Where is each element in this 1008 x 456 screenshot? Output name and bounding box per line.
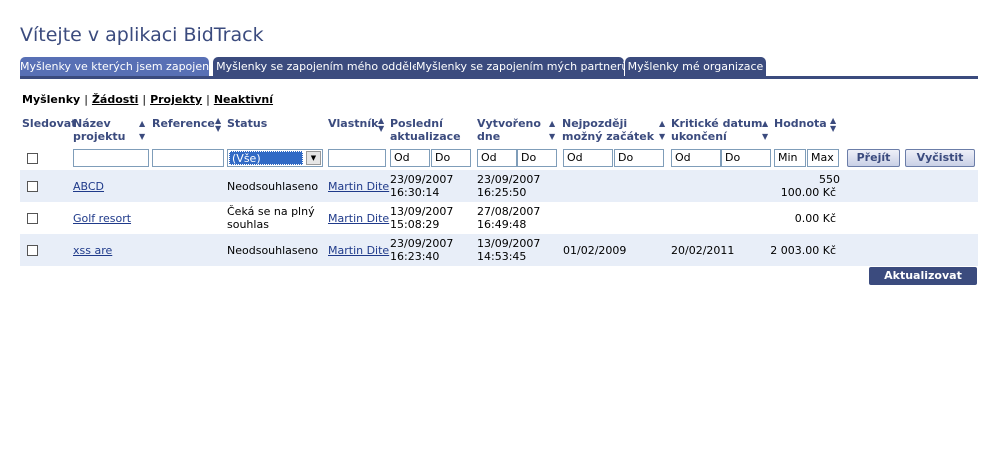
project-name-link[interactable]: xss are (73, 244, 112, 257)
select-all-checkbox[interactable] (27, 153, 38, 164)
header-hodnota[interactable]: Hodnota (774, 117, 827, 130)
row-status: Čeká se na plný (227, 205, 315, 218)
header-vytvoreno-line1: Vytvořeno (477, 117, 541, 130)
row-updated-date: 23/09/2007 (390, 237, 454, 250)
row-value: 0.00 Kč (794, 212, 836, 225)
row-critical-end: 20/02/2011 (671, 244, 735, 257)
header-nazev-line2: projektu (73, 130, 126, 143)
subnav-link-projects[interactable]: Projekty (150, 93, 202, 106)
row-updated-date: 23/09/2007 (390, 173, 454, 186)
row-updated-time: 16:23:40 (390, 250, 440, 263)
row-status: Neodsouhlaseno (227, 244, 319, 257)
tab-underline (20, 76, 978, 79)
row-latest-start: 01/02/2009 (563, 244, 627, 257)
row-created-date: 23/09/2007 (477, 173, 541, 186)
filter-start-to[interactable]: Do (614, 149, 664, 167)
sort-asc-icon[interactable]: ▲ (659, 120, 665, 128)
header-nazev[interactable]: Název projektu (73, 117, 126, 143)
header-nejpozdeji-line2: možný začátek (562, 130, 655, 143)
header-nejpozdeji[interactable]: Nejpozději možný začátek (562, 117, 654, 143)
row-updated-time: 16:30:14 (390, 186, 440, 199)
filter-name-input[interactable] (73, 149, 149, 167)
row-updated-date: 13/09/2007 (390, 205, 454, 218)
tab-bar: Myšlenky ve kterých jsem zapojen Myšlenk… (20, 57, 978, 77)
header-sledovat[interactable]: Sledovat (22, 117, 76, 130)
header-posledni-aktualizace[interactable]: Poslední aktualizace (390, 117, 461, 143)
sort-desc-icon[interactable]: ▼ (378, 125, 384, 133)
filter-value-max[interactable]: Max (807, 149, 839, 167)
header-status[interactable]: Status (227, 117, 267, 130)
chevron-down-icon[interactable]: ▼ (306, 151, 321, 165)
filter-end-to[interactable]: Do (721, 149, 771, 167)
filter-status-select[interactable]: (Vše) ▼ (227, 149, 323, 167)
sort-desc-icon[interactable]: ▼ (830, 125, 836, 133)
owner-link[interactable]: Martin Dite (328, 180, 389, 193)
subnav-current: Myšlenky (22, 93, 81, 106)
header-posledni-line1: Poslední (390, 117, 443, 130)
owner-link[interactable]: Martin Dite (328, 212, 389, 225)
row-updated-time: 15:08:29 (390, 218, 440, 231)
clear-button[interactable]: Vyčistit (905, 149, 975, 167)
row-created-date: 27/08/2007 (477, 205, 541, 218)
update-button[interactable]: Aktualizovat (869, 267, 977, 285)
row-value: 2 003.00 Kč (770, 244, 836, 257)
tab-partner-ideas[interactable]: Myšlenky se zapojením mých partnerů (416, 57, 628, 77)
owner-link[interactable]: Martin Dite (328, 244, 389, 257)
row-created-date: 13/09/2007 (477, 237, 541, 250)
project-name-link[interactable]: Golf resort (73, 212, 131, 225)
row-watch-checkbox[interactable] (27, 245, 38, 256)
filter-owner-input[interactable] (328, 149, 386, 167)
sort-asc-icon[interactable]: ▲ (762, 120, 768, 128)
sort-asc-icon[interactable]: ▲ (549, 120, 555, 128)
subnav-link-requests[interactable]: Žádosti (92, 93, 138, 106)
filter-created-from[interactable]: Od (477, 149, 517, 167)
filter-value-min[interactable]: Min (774, 149, 806, 167)
tab-department-ideas[interactable]: Myšlenky se zapojením mého oddělení (213, 57, 432, 77)
filter-updated-to[interactable]: Do (431, 149, 471, 167)
tab-organization-ideas[interactable]: Myšlenky mé organizace (625, 57, 766, 77)
header-vytvoreno[interactable]: Vytvořeno dne (477, 117, 541, 143)
sort-desc-icon[interactable]: ▼ (139, 133, 145, 141)
sub-navigation: Myšlenky | Žádosti | Projekty | Neaktivní (22, 93, 274, 106)
go-button[interactable]: Přejít (847, 149, 900, 167)
row-created-time: 16:49:48 (477, 218, 527, 231)
header-reference[interactable]: Reference (152, 117, 215, 130)
filter-reference-input[interactable] (152, 149, 224, 167)
header-posledni-line2: aktualizace (390, 130, 461, 143)
row-value: 550 (819, 173, 840, 186)
filter-status-value: (Vše) (229, 151, 303, 165)
header-nazev-line1: Název (73, 117, 111, 130)
row-watch-checkbox[interactable] (27, 181, 38, 192)
subnav-link-inactive[interactable]: Neaktivní (214, 93, 273, 106)
sort-desc-icon[interactable]: ▼ (215, 125, 221, 133)
row-created-time: 16:25:50 (477, 186, 527, 199)
header-kriticke-line1: Kritické datum (671, 117, 763, 130)
header-kriticke-datum[interactable]: Kritické datum ukončení (671, 117, 762, 143)
filter-created-to[interactable]: Do (517, 149, 557, 167)
row-watch-checkbox[interactable] (27, 213, 38, 224)
sort-desc-icon[interactable]: ▼ (659, 133, 665, 141)
header-kriticke-line2: ukončení (671, 130, 727, 143)
tab-my-ideas[interactable]: Myšlenky ve kterých jsem zapojen (20, 57, 209, 77)
header-vlastnik[interactable]: Vlastník (328, 117, 378, 130)
project-name-link[interactable]: ABCD (73, 180, 104, 193)
header-vytvoreno-line2: dne (477, 130, 501, 143)
sort-desc-icon[interactable]: ▼ (762, 133, 768, 141)
sort-asc-icon[interactable]: ▲ (139, 120, 145, 128)
page-title: Vítejte v aplikaci BidTrack (20, 24, 264, 46)
filter-updated-from[interactable]: Od (390, 149, 430, 167)
filter-end-from[interactable]: Od (671, 149, 721, 167)
row-status: Neodsouhlaseno (227, 180, 319, 193)
row-value-cont: 100.00 Kč (780, 186, 836, 199)
sort-desc-icon[interactable]: ▼ (549, 133, 555, 141)
row-status-cont: souhlas (227, 218, 269, 231)
filter-start-from[interactable]: Od (563, 149, 613, 167)
row-created-time: 14:53:45 (477, 250, 527, 263)
header-nejpozdeji-line1: Nejpozději (562, 117, 628, 130)
